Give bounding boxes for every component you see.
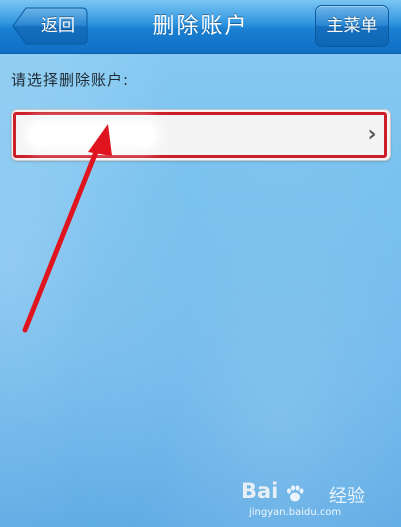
watermark-logo-suffix: 经验 [329, 486, 365, 507]
header-bar: 删除账户 返回 主菜单 [0, 0, 401, 54]
baidu-jingyan-watermark: Bai 经验 jingyan.baidu.com [241, 479, 391, 525]
account-list-item[interactable]: › [11, 109, 391, 161]
back-button[interactable]: 返回 [12, 7, 88, 45]
arrow-shaft [22, 139, 103, 333]
chevron-right-icon: › [367, 122, 377, 147]
paw-icon [287, 485, 304, 502]
watermark-url: jingyan.baidu.com [249, 507, 342, 518]
select-account-prompt: 请选择删除账户: [11, 71, 130, 89]
back-button-label: 返回 [41, 16, 75, 36]
masked-account-number [30, 124, 155, 146]
main-menu-button[interactable]: 主菜单 [315, 5, 389, 47]
watermark-logo: Bai [241, 479, 279, 503]
